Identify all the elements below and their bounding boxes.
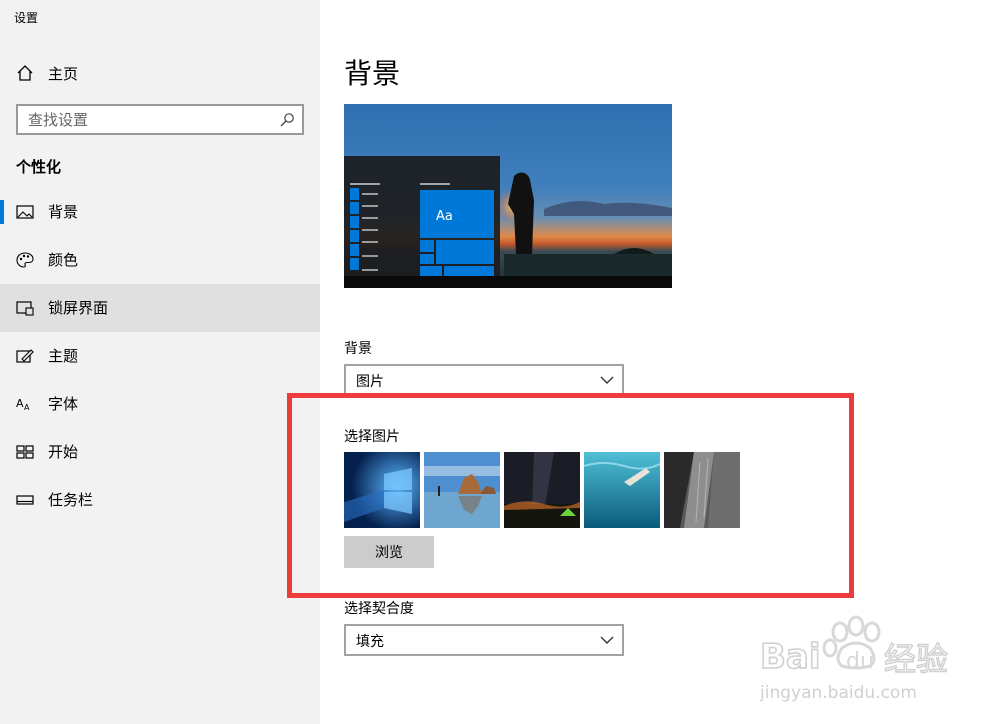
sidebar-item-label: 开始	[48, 443, 79, 461]
sidebar-item-themes[interactable]: 主题	[0, 332, 320, 380]
svg-text:A: A	[24, 403, 30, 412]
font-icon: A A	[16, 397, 30, 412]
app-title: 设置	[14, 11, 39, 25]
theme-icon	[16, 349, 34, 363]
sidebar-item-label: 背景	[48, 203, 79, 221]
svg-text:du: du	[846, 649, 874, 674]
palette-icon	[16, 252, 34, 268]
fit-value: 填充	[356, 634, 384, 650]
sidebar-item-colors[interactable]: 颜色	[0, 236, 320, 284]
svg-text:经验: 经验	[884, 640, 948, 678]
svg-text:A: A	[16, 397, 24, 410]
search-input[interactable]	[18, 106, 268, 133]
page-title: 背景	[344, 57, 401, 90]
home-nav-item[interactable]: 主页	[0, 52, 320, 92]
highlight-annotation-box	[287, 393, 854, 598]
section-title: 个性化	[16, 158, 62, 176]
sidebar-item-background[interactable]: 背景	[0, 188, 320, 236]
selected-indicator	[0, 200, 4, 224]
sidebar: 设置 主页 个性化 背景	[0, 0, 320, 724]
sidebar-item-label: 任务栏	[48, 491, 94, 509]
background-label: 背景	[344, 341, 372, 357]
sidebar-item-label: 锁屏界面	[48, 299, 109, 317]
home-icon	[17, 65, 33, 81]
search-box[interactable]	[16, 104, 304, 135]
svg-text:Aa: Aa	[436, 209, 453, 224]
desktop-preview: Aa	[344, 104, 672, 288]
svg-text:Bai: Bai	[760, 637, 821, 677]
preview-image: Aa	[344, 104, 672, 288]
taskbar-icon	[16, 495, 34, 505]
sidebar-item-lock-screen[interactable]: 锁屏界面	[0, 284, 320, 332]
sidebar-item-start[interactable]: 开始	[0, 428, 320, 476]
fit-label: 选择契合度	[344, 601, 414, 617]
background-type-value: 图片	[356, 374, 384, 390]
picture-icon	[16, 205, 34, 219]
sidebar-item-label: 主题	[48, 347, 79, 365]
sidebar-item-fonts[interactable]: A A 字体	[0, 380, 320, 428]
sidebar-item-label: 颜色	[48, 251, 79, 269]
lock-screen-icon	[16, 301, 34, 316]
fit-dropdown[interactable]: 填充	[344, 624, 624, 656]
settings-window: 设置 主页 个性化 背景	[0, 0, 990, 724]
chevron-down-icon	[600, 636, 614, 644]
background-type-dropdown[interactable]: 图片	[344, 364, 624, 396]
sidebar-item-label: 字体	[48, 395, 79, 413]
baidu-jingyan-watermark: Bai du 经验 jingyan.baidu.com	[760, 615, 949, 703]
sidebar-item-taskbar[interactable]: 任务栏	[0, 476, 320, 524]
search-icon[interactable]	[279, 112, 295, 128]
chevron-down-icon	[600, 376, 614, 384]
home-label: 主页	[48, 65, 79, 83]
start-icon	[16, 445, 34, 459]
svg-text:jingyan.baidu.com: jingyan.baidu.com	[760, 683, 917, 703]
